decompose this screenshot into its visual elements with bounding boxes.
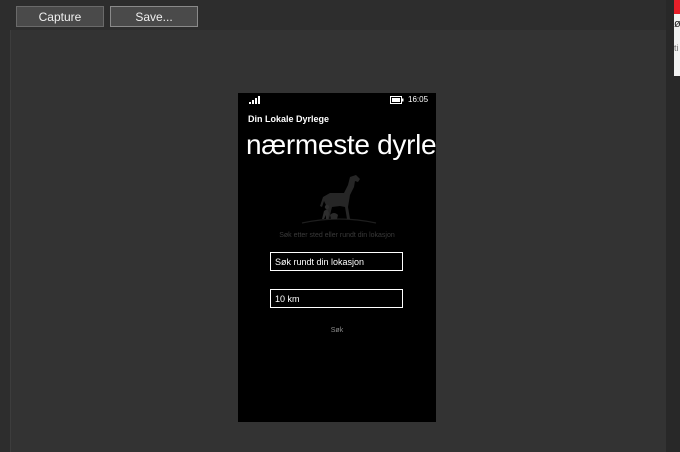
status-time: 16:05 (408, 95, 429, 104)
battery-icon (390, 96, 404, 104)
distance-input[interactable]: 10 km (270, 289, 403, 308)
signal-strength-icon (249, 96, 260, 104)
search-button[interactable]: Søk (238, 327, 436, 334)
page-title: nærmeste dyrle (246, 129, 436, 160)
peek-red-bar (674, 0, 680, 14)
peek-text: ø (674, 18, 680, 30)
adjacent-window-peek: ø ti (674, 0, 680, 76)
phone-screen: 16:05 Din Lokale Dyrlege nærmeste dyrle … (238, 93, 436, 422)
status-bar: 16:05 (238, 93, 436, 107)
save-button[interactable]: Save... (110, 6, 198, 27)
capture-button[interactable]: Capture (16, 6, 104, 27)
search-hint: Søk etter sted eller rundt din lokasjon (279, 232, 395, 239)
horse-logo-icon (301, 175, 377, 224)
app-title: Din Lokale Dyrlege (248, 114, 330, 124)
peek-text-2: ti (674, 43, 679, 53)
emulator-window: Capture Save... ø ti 16:05 Din Lokale Dy… (0, 0, 680, 452)
location-search-input[interactable]: Søk rundt din lokasjon (270, 252, 403, 271)
